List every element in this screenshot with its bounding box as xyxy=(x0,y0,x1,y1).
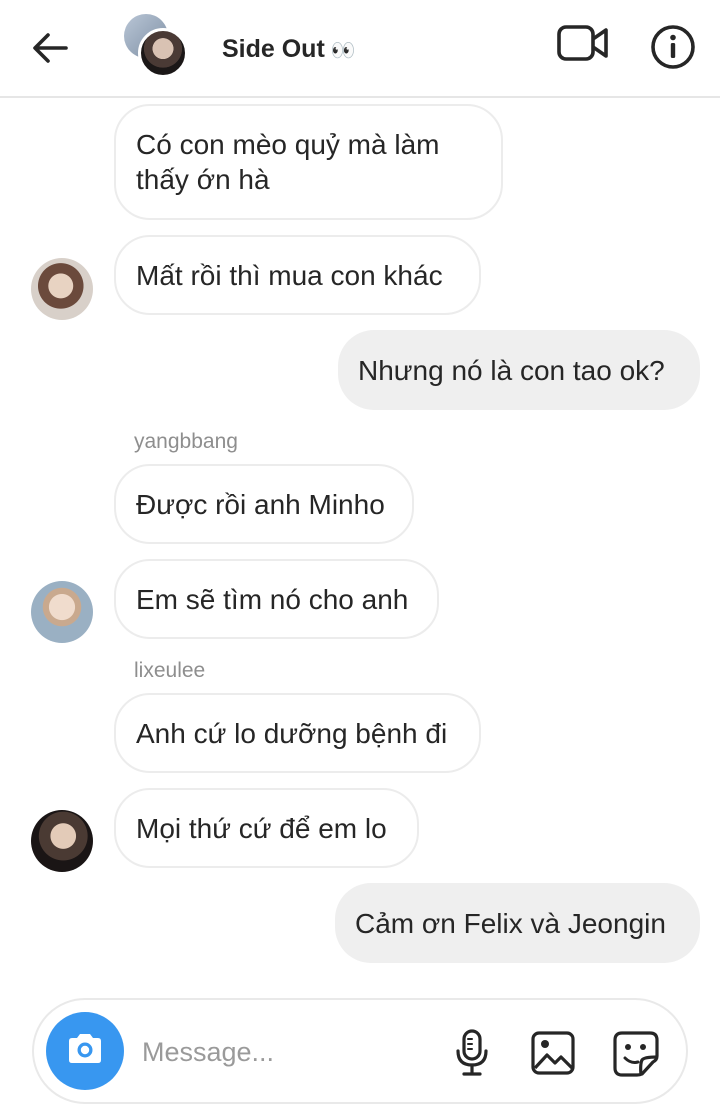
gallery-icon[interactable] xyxy=(530,1030,576,1076)
sender-avatar[interactable] xyxy=(31,810,93,872)
message-text: Mất rồi thì mua con khác xyxy=(136,259,443,291)
message-text: Có con mèo quỷ mà làm thấy ớn hà xyxy=(136,129,440,195)
message-composer xyxy=(32,998,688,1104)
camera-icon xyxy=(65,1032,105,1071)
message-text: Được rồi anh Minho xyxy=(136,488,385,520)
info-icon[interactable] xyxy=(650,24,696,70)
sender-avatar[interactable] xyxy=(31,581,93,643)
back-arrow-icon[interactable] xyxy=(28,26,72,70)
message-bubble-outgoing[interactable]: Cảm ơn Felix và Jeongin xyxy=(335,883,700,963)
sender-name: yangbbang xyxy=(134,430,238,453)
message-bubble-incoming[interactable]: Mất rồi thì mua con khác xyxy=(114,235,481,315)
microphone-icon[interactable] xyxy=(450,1028,494,1078)
message-bubble-outgoing[interactable]: Nhưng nó là con tao ok? xyxy=(338,330,700,410)
message-input[interactable] xyxy=(142,1032,422,1072)
chat-title-text: Side Out xyxy=(222,35,325,63)
message-text: Nhưng nó là con tao ok? xyxy=(358,354,665,386)
sticker-icon[interactable] xyxy=(612,1030,660,1078)
message-text: Anh cứ lo dưỡng bệnh đi xyxy=(136,717,448,749)
video-call-icon[interactable] xyxy=(556,22,610,66)
group-avatar[interactable] xyxy=(124,14,190,78)
sender-name: lixeulee xyxy=(134,659,206,682)
camera-button[interactable] xyxy=(46,1012,124,1090)
message-bubble-incoming[interactable]: Được rồi anh Minho xyxy=(114,464,414,544)
chat-header: Side Out 👀 xyxy=(0,0,720,98)
message-text: Cảm ơn Felix và Jeongin xyxy=(355,907,666,939)
group-avatar-front xyxy=(138,28,188,78)
message-bubble-incoming[interactable]: Mọi thứ cứ để em lo xyxy=(114,788,419,868)
message-text: Em sẽ tìm nó cho anh xyxy=(136,583,409,615)
sender-avatar[interactable] xyxy=(31,258,93,320)
message-text: Mọi thứ cứ để em lo xyxy=(136,812,387,844)
eyes-emoji: 👀 xyxy=(330,37,356,62)
chat-title[interactable]: Side Out 👀 xyxy=(222,35,356,64)
message-bubble-incoming[interactable]: Em sẽ tìm nó cho anh xyxy=(114,559,439,639)
message-bubble-incoming[interactable]: Anh cứ lo dưỡng bệnh đi xyxy=(114,693,481,773)
message-bubble-incoming[interactable]: Có con mèo quỷ mà làm thấy ớn hà xyxy=(114,104,503,220)
